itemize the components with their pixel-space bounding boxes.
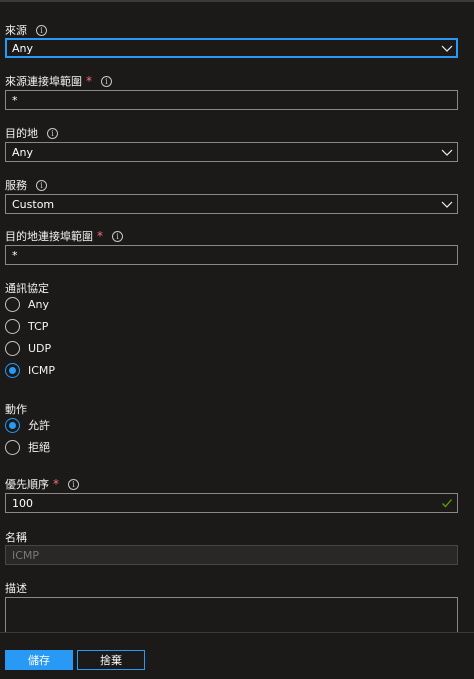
action-option-deny[interactable]: 拒絕 <box>5 439 50 455</box>
footer-bar: 儲存 捨棄 <box>0 632 474 679</box>
action-option-allow[interactable]: 允許 <box>5 417 50 433</box>
protocol-option-tcp[interactable]: TCP <box>5 319 48 334</box>
info-icon[interactable]: i <box>36 179 47 191</box>
checkmark-icon <box>442 499 452 508</box>
required-marker: * <box>53 477 59 491</box>
priority-label: 優先順序 * i <box>5 476 79 492</box>
protocol-option-icmp[interactable]: ICMP <box>5 363 55 378</box>
discard-button[interactable]: 捨棄 <box>77 650 145 670</box>
radio-button[interactable] <box>5 439 20 455</box>
service-value: Custom <box>12 197 55 211</box>
destination-label: 目的地 i <box>5 125 58 141</box>
name-input: ICMP <box>5 545 458 565</box>
radio-button-selected[interactable] <box>5 417 20 433</box>
protocol-option-any[interactable]: Any <box>5 297 49 312</box>
radio-button[interactable] <box>5 297 20 312</box>
info-icon[interactable]: i <box>47 127 58 139</box>
service-label: 服務 i <box>5 177 47 193</box>
priority-input[interactable]: 100 <box>5 493 458 513</box>
source-label: 來源 i <box>5 22 47 38</box>
source-port-ranges-label: 來源連接埠範圍 * i <box>5 73 112 89</box>
info-icon[interactable]: i <box>112 230 123 242</box>
required-marker: * <box>97 229 103 243</box>
protocol-option-udp[interactable]: UDP <box>5 341 51 356</box>
required-marker: * <box>86 74 92 88</box>
description-label: 描述 <box>5 582 27 595</box>
info-icon[interactable]: i <box>36 24 47 36</box>
protocol-label: 通訊協定 <box>5 282 49 295</box>
save-button[interactable]: 儲存 <box>5 650 73 670</box>
source-port-ranges-input[interactable]: * <box>5 90 458 110</box>
info-icon[interactable]: i <box>101 75 112 87</box>
destination-port-ranges-input[interactable]: * <box>5 245 458 265</box>
source-dropdown[interactable]: Any <box>5 38 458 58</box>
destination-value: Any <box>12 145 34 159</box>
radio-button[interactable] <box>5 341 20 356</box>
source-value: Any <box>12 41 34 55</box>
description-textarea[interactable] <box>5 597 458 632</box>
inbound-rule-form: 來源 i Any 來源連接埠範圍 * i * 目的地 i Any 服務 i Cu… <box>0 0 474 632</box>
chevron-down-icon <box>441 201 453 208</box>
name-label: 名稱 <box>5 531 27 544</box>
radio-button[interactable] <box>5 319 20 334</box>
service-dropdown[interactable]: Custom <box>5 194 458 214</box>
destination-dropdown[interactable]: Any <box>5 142 458 162</box>
chevron-down-icon <box>441 149 453 156</box>
chevron-down-icon <box>441 45 453 52</box>
action-label: 動作 <box>5 403 27 416</box>
radio-button-selected[interactable] <box>5 363 20 378</box>
info-icon[interactable]: i <box>68 478 79 490</box>
destination-port-ranges-label: 目的地連接埠範圍 * i <box>5 228 123 244</box>
